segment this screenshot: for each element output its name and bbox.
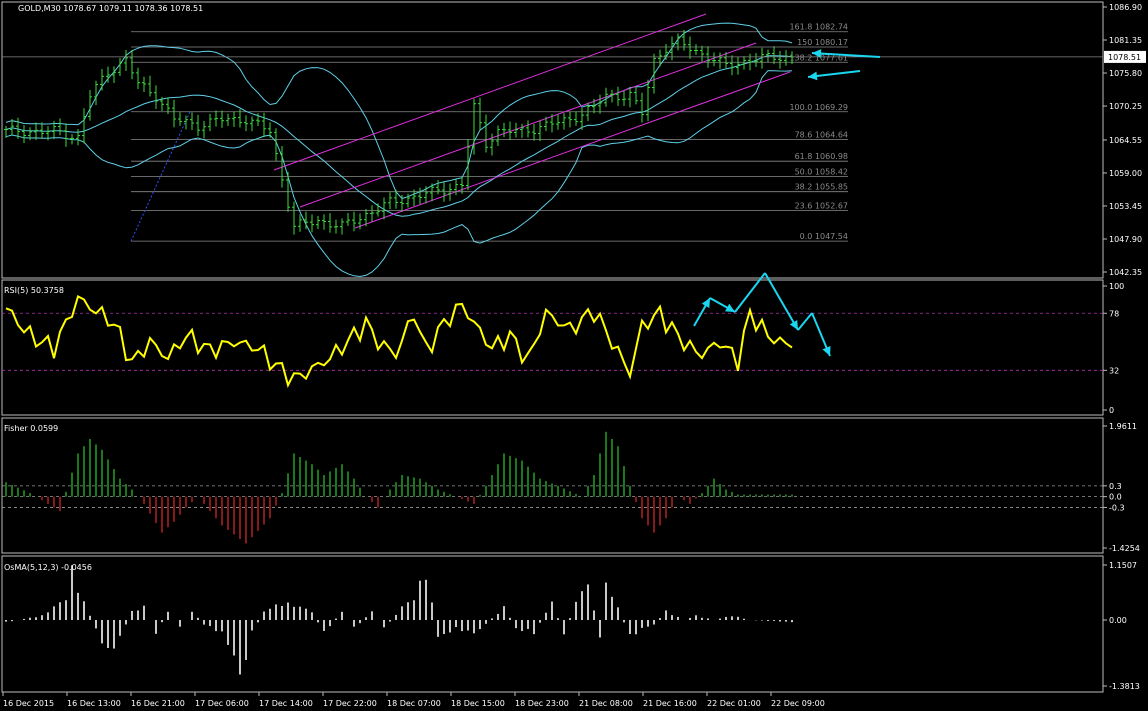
- fibo-label-3: 100.0 1069.29: [789, 103, 848, 112]
- price-tick-label-7: 1047.90: [1109, 235, 1142, 244]
- rsi-title: RSI(5) 50.3758: [4, 286, 64, 295]
- price-tick-label-3: 1070.25: [1109, 102, 1142, 111]
- osma-tick-label-2: -1.3813: [1109, 682, 1140, 691]
- time-label-8: 18 Dec 23:00: [515, 699, 569, 708]
- fisher-title: Fisher 0.0599: [4, 424, 58, 433]
- fibo-label-4: 78.6 1064.64: [795, 130, 848, 139]
- fibo-label-0: 161.8 1082.74: [789, 23, 848, 32]
- current-price-value: 1078.51: [1108, 53, 1141, 62]
- fibo-label-1: 150 1080.17: [797, 38, 848, 47]
- time-label-5: 17 Dec 22:00: [323, 699, 377, 708]
- rsi-tick-label-3: 0: [1109, 406, 1114, 415]
- time-label-9: 21 Dec 08:00: [579, 699, 633, 708]
- time-label-10: 21 Dec 16:00: [643, 699, 697, 708]
- fibo-label-8: 23.6 1052.67: [795, 202, 848, 211]
- fibo-label-6: 50.0 1058.42: [795, 167, 848, 176]
- price-tick-label-5: 1059.00: [1109, 169, 1142, 178]
- fisher-tick-label-1: 0.3: [1109, 482, 1122, 491]
- osma-tick-label-0: 1.1507: [1109, 561, 1137, 570]
- time-label-0: 16 Dec 2015: [3, 699, 54, 708]
- price-tick-label-1: 1081.35: [1109, 36, 1142, 45]
- fibo-label-7: 38.2 1055.85: [795, 183, 848, 192]
- osma-tick-label-1: 0.00: [1109, 616, 1127, 625]
- time-label-4: 17 Dec 14:00: [259, 699, 313, 708]
- time-label-2: 16 Dec 21:00: [131, 699, 185, 708]
- time-label-1: 16 Dec 13:00: [67, 699, 121, 708]
- fibo-label-9: 0.0 1047.54: [800, 232, 848, 241]
- price-tick-label-6: 1053.45: [1109, 202, 1142, 211]
- main-title: GOLD,M30 1078.67 1079.11 1078.36 1078.51: [18, 4, 203, 13]
- rsi-tick-label-2: 32: [1109, 366, 1119, 375]
- time-label-3: 17 Dec 06:00: [195, 699, 249, 708]
- fisher-tick-label-3: -0.3: [1109, 503, 1125, 512]
- fisher-tick-label-2: 0.0: [1109, 493, 1122, 502]
- rsi-tick-label-1: 78: [1109, 309, 1119, 318]
- rsi-tick-label-0: 100: [1109, 282, 1124, 291]
- trading-chart[interactable]: 161.8 1082.74150 1080.17138.2 1077.61100…: [0, 0, 1148, 711]
- fisher-tick-label-0: 1.9611: [1109, 422, 1137, 431]
- chart-background: [0, 0, 1148, 711]
- osma-title: OsMA(5,12,3) -0.0456: [4, 563, 92, 572]
- time-label-6: 18 Dec 07:00: [387, 699, 441, 708]
- price-tick-label-4: 1064.55: [1109, 136, 1142, 145]
- time-label-12: 22 Dec 09:00: [771, 699, 825, 708]
- price-tick-label-8: 1042.35: [1109, 268, 1142, 277]
- fisher-tick-label-4: -1.4254: [1109, 544, 1140, 553]
- time-label-11: 22 Dec 01:00: [707, 699, 761, 708]
- price-tick-label-2: 1075.80: [1109, 69, 1142, 78]
- fibo-label-5: 61.8 1060.98: [795, 152, 848, 161]
- time-label-7: 18 Dec 15:00: [451, 699, 505, 708]
- price-tick-label-0: 1086.90: [1109, 3, 1142, 12]
- current-price-tag: 1078.51: [1104, 50, 1146, 63]
